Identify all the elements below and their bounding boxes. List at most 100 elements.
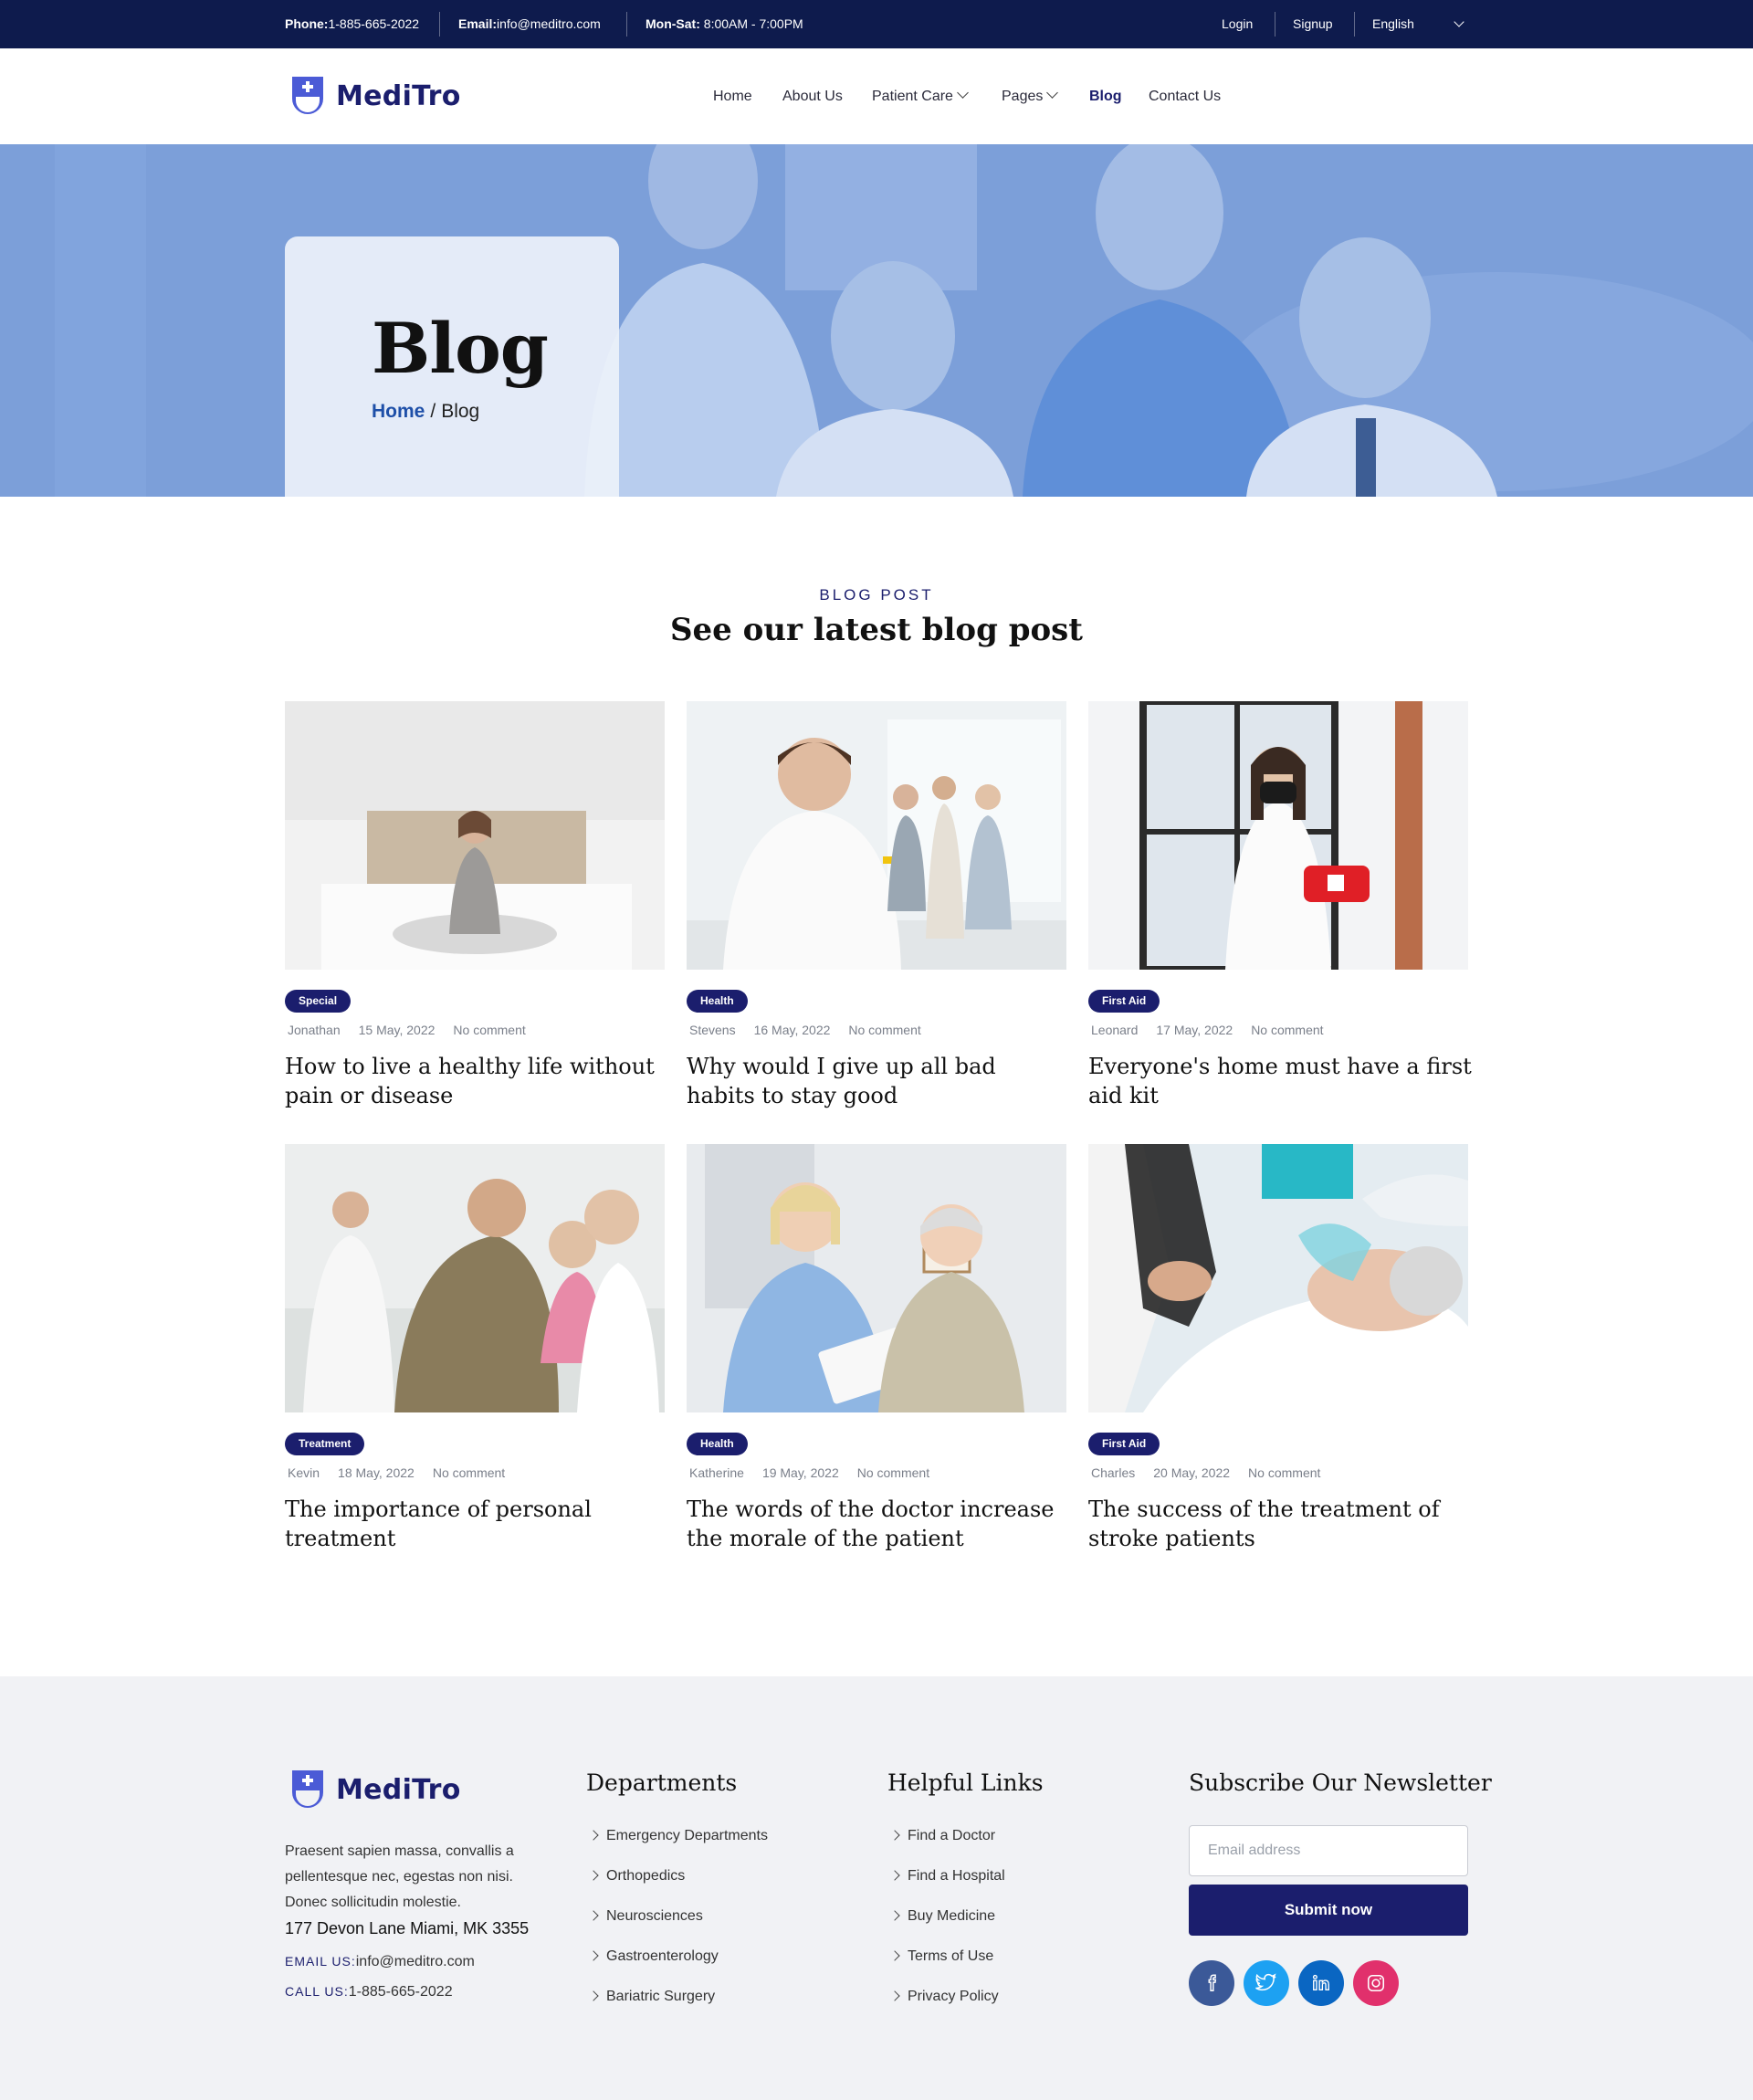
newsletter-submit-button[interactable]: Submit now (1189, 1885, 1468, 1936)
footer-link-terms[interactable]: Terms of Use (889, 1948, 993, 1965)
post-image[interactable] (285, 701, 665, 970)
post-comments[interactable]: No comment (453, 1023, 525, 1037)
post-meta: Stevens 16 May, 2022 No comment (689, 1023, 939, 1037)
post-image[interactable] (285, 1144, 665, 1412)
footer-link-find-doctor[interactable]: Find a Doctor (889, 1828, 996, 1844)
post-author[interactable]: Charles (1091, 1465, 1135, 1480)
chevron-down-icon (1046, 87, 1059, 99)
footer-phone: CALL US:1-885-665-2022 (285, 1984, 453, 2000)
footer-link-emergency[interactable]: Emergency Departments (588, 1828, 768, 1844)
newsletter-title: Subscribe Our Newsletter (1189, 1769, 1492, 1796)
post-tag[interactable]: Special (285, 990, 352, 1013)
footer-link-label: Find a Doctor (908, 1828, 996, 1843)
breadcrumb-home[interactable]: Home (372, 401, 425, 422)
nav-contact[interactable]: Contact Us (1149, 48, 1221, 144)
post-title[interactable]: The success of the treatment of stroke p… (1088, 1495, 1472, 1553)
hours-label: Mon-Sat: (646, 16, 700, 31)
facebook-icon[interactable] (1189, 1960, 1234, 2006)
post-tag[interactable]: Treatment (285, 1433, 365, 1455)
chevron-right-icon (889, 1990, 900, 2001)
post-comments[interactable]: No comment (1248, 1465, 1320, 1480)
chevron-right-icon (588, 1910, 599, 1921)
post-image[interactable] (687, 1144, 1066, 1412)
instagram-icon[interactable] (1353, 1960, 1399, 2006)
section-eyebrow: BLOG POST (819, 586, 934, 604)
footer-link-label: Gastroenterology (606, 1948, 719, 1964)
post-title[interactable]: Everyone's home must have a first aid ki… (1088, 1052, 1472, 1110)
blog-card[interactable]: Health Stevens 16 May, 2022 No comment Why… (687, 701, 1066, 1108)
post-image[interactable] (1088, 701, 1468, 970)
post-author[interactable]: Jonathan (288, 1023, 341, 1037)
footer-logo[interactable]: MediTro (289, 1767, 461, 1812)
post-author[interactable]: Kevin (288, 1465, 320, 1480)
newsletter-email-input[interactable] (1189, 1825, 1468, 1876)
blog-card[interactable]: First Aid Leonard 17 May, 2022 No comment … (1088, 701, 1472, 1108)
breadcrumb-separator: / (430, 401, 436, 422)
footer-link-gastroenterology[interactable]: Gastroenterology (588, 1948, 719, 1965)
post-meta: Leonard 17 May, 2022 No comment (1091, 1023, 1342, 1037)
post-title[interactable]: The words of the doctor increase the mor… (687, 1495, 1070, 1553)
chevron-right-icon (889, 1870, 900, 1881)
footer-link-buy-medicine[interactable]: Buy Medicine (889, 1908, 995, 1925)
post-title[interactable]: How to live a healthy life without pain … (285, 1052, 668, 1110)
logo-text: MediTro (336, 1773, 461, 1806)
post-author[interactable]: Stevens (689, 1023, 736, 1037)
email-us-value[interactable]: info@meditro.com (356, 1954, 475, 1969)
call-us-label: CALL US: (285, 1984, 349, 1999)
chevron-right-icon (889, 1950, 900, 1961)
breadcrumb-current: Blog (441, 401, 480, 422)
post-tag[interactable]: Health (687, 990, 748, 1013)
nav-about[interactable]: About Us (782, 48, 843, 144)
footer-link-label: Find a Hospital (908, 1868, 1005, 1884)
twitter-icon[interactable] (1244, 1960, 1289, 2006)
post-meta: Kevin 18 May, 2022 No comment (288, 1465, 523, 1480)
post-date: 20 May, 2022 (1153, 1465, 1231, 1480)
blog-card[interactable]: Health Katherine 19 May, 2022 No comment T… (687, 1144, 1066, 1551)
nav-patient-care[interactable]: Patient Care (872, 48, 969, 144)
nav-pages[interactable]: Pages (1002, 48, 1059, 144)
email-us-label: EMAIL US: (285, 1954, 356, 1969)
post-author[interactable]: Leonard (1091, 1023, 1138, 1037)
footer-link-privacy[interactable]: Privacy Policy (889, 1989, 999, 2005)
post-comments[interactable]: No comment (857, 1465, 929, 1480)
login-link[interactable]: Login (1222, 0, 1253, 48)
linkedin-icon[interactable] (1298, 1960, 1344, 2006)
footer-link-find-hospital[interactable]: Find a Hospital (889, 1868, 1005, 1885)
blog-card[interactable]: Special Jonathan 15 May, 2022 No comment H… (285, 701, 665, 1108)
post-date: 17 May, 2022 (1156, 1023, 1233, 1037)
post-author[interactable]: Katherine (689, 1465, 744, 1480)
site-logo[interactable]: MediTro (289, 73, 461, 119)
post-tag[interactable]: First Aid (1088, 1433, 1160, 1455)
footer-link-label: Emergency Departments (606, 1828, 768, 1843)
language-select[interactable]: English (1372, 0, 1414, 48)
chevron-down-icon[interactable] (1454, 0, 1464, 46)
topbar-phone: Phone:1-885-665-2022 (285, 0, 419, 48)
post-title[interactable]: Why would I give up all bad habits to st… (687, 1052, 1070, 1110)
post-image[interactable] (687, 701, 1066, 970)
post-comments[interactable]: No comment (433, 1465, 505, 1480)
post-tag[interactable]: First Aid (1088, 990, 1160, 1013)
footer-link-bariatric[interactable]: Bariatric Surgery (588, 1989, 715, 2005)
chevron-right-icon (588, 1830, 599, 1841)
blog-card[interactable]: First Aid Charles 20 May, 2022 No comment … (1088, 1144, 1468, 1551)
post-tag[interactable]: Health (687, 1433, 748, 1455)
blog-card[interactable]: Treatment Kevin 18 May, 2022 No comment Th… (285, 1144, 665, 1551)
hero-title-card: Blog Home / Blog (285, 236, 619, 497)
post-date: 16 May, 2022 (753, 1023, 831, 1037)
page-title: Blog (372, 308, 549, 389)
signup-link[interactable]: Signup (1293, 0, 1333, 48)
post-meta: Charles 20 May, 2022 No comment (1091, 1465, 1338, 1480)
post-comments[interactable]: No comment (1251, 1023, 1323, 1037)
footer-link-orthopedics[interactable]: Orthopedics (588, 1868, 685, 1885)
post-image[interactable] (1088, 1144, 1468, 1412)
nav-blog[interactable]: Blog (1089, 48, 1122, 144)
logo-text: MediTro (336, 79, 461, 112)
nav-home[interactable]: Home (713, 48, 752, 144)
chevron-right-icon (588, 1950, 599, 1961)
post-comments[interactable]: No comment (848, 1023, 920, 1037)
section-title: See our latest blog post (669, 612, 1084, 648)
footer-link-neurosciences[interactable]: Neurosciences (588, 1908, 703, 1925)
call-us-value[interactable]: 1-885-665-2022 (349, 1984, 453, 2000)
nav-pages-label: Pages (1002, 89, 1044, 104)
post-title[interactable]: The importance of personal treatment (285, 1495, 668, 1553)
